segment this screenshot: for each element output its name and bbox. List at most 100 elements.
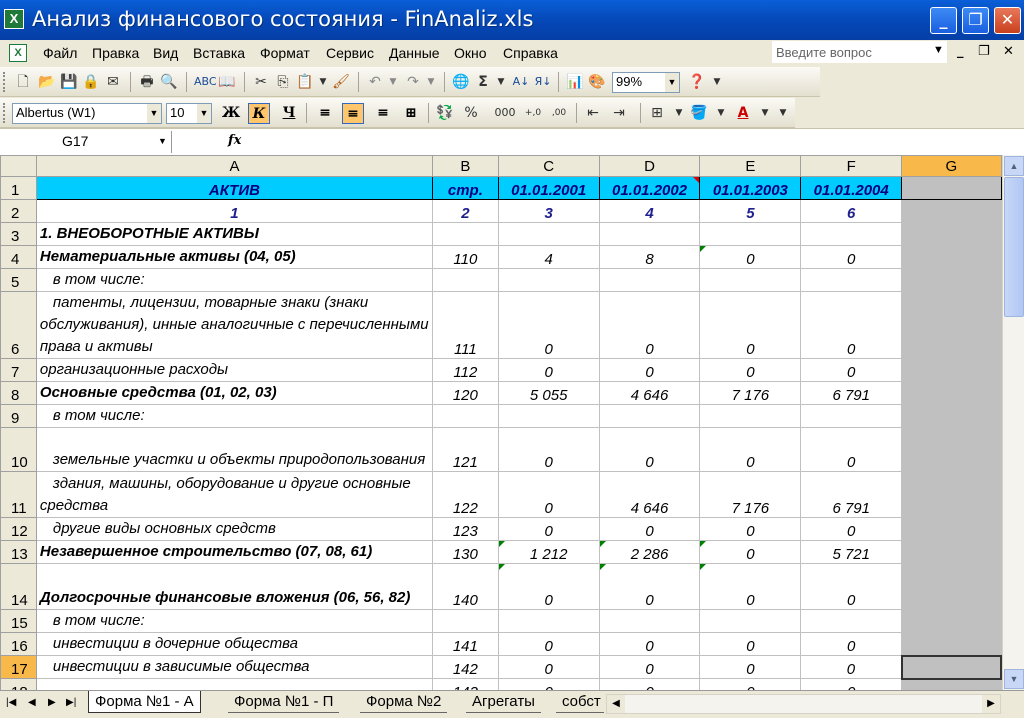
cell-g[interactable] xyxy=(901,291,1002,359)
font-name-dropdown-icon[interactable]: ▼ xyxy=(147,104,161,123)
help-dropdown-arrow[interactable]: ▼ xyxy=(933,44,944,56)
cell-value[interactable] xyxy=(497,222,600,246)
cell-value[interactable] xyxy=(800,404,903,428)
align-right-icon[interactable]: ≡ xyxy=(372,103,394,124)
research-icon[interactable]: 📖 xyxy=(218,73,236,91)
row-header[interactable]: 18 xyxy=(0,678,37,690)
active-cell-g17[interactable] xyxy=(900,654,1002,680)
zoom-combobox[interactable]: 99% ▼ xyxy=(612,72,680,93)
menu-help[interactable]: Справка xyxy=(503,45,558,61)
percent-button[interactable]: % xyxy=(462,104,480,122)
cell-g[interactable] xyxy=(901,563,1002,610)
cell-value[interactable]: 0 xyxy=(699,291,802,359)
redo-dropdown-icon[interactable]: ▼ xyxy=(422,73,440,91)
menu-insert[interactable]: Вставка xyxy=(193,45,245,61)
menu-view[interactable]: Вид xyxy=(153,45,178,61)
menu-window[interactable]: Окно xyxy=(454,45,487,61)
cell-g[interactable] xyxy=(901,199,1002,223)
hyperlink-icon[interactable]: 🌐 xyxy=(452,73,470,91)
row-header[interactable]: 9 xyxy=(0,404,37,428)
cell-g[interactable] xyxy=(901,176,1002,200)
cell-value[interactable] xyxy=(497,404,600,428)
print-preview-icon[interactable]: 🔍 xyxy=(160,73,178,91)
cell-value[interactable]: 0 xyxy=(800,291,903,359)
font-color-icon[interactable]: A xyxy=(734,104,752,122)
cell-label[interactable]: Долгосрочные финансовые вложения (06, 56… xyxy=(35,563,433,610)
cell-value[interactable] xyxy=(598,268,701,292)
name-box-dropdown-icon[interactable]: ▼ xyxy=(158,136,167,146)
column-number-cell[interactable]: 4 xyxy=(598,199,701,223)
cell-g[interactable] xyxy=(901,678,1002,690)
cell-value[interactable]: 0 xyxy=(800,245,903,269)
column-header-g[interactable]: G xyxy=(901,155,1002,177)
cell-value[interactable]: 0 xyxy=(598,655,701,679)
column-number-cell[interactable]: 5 xyxy=(699,199,802,223)
cell-value[interactable]: 0 xyxy=(800,678,903,690)
vertical-scrollbar[interactable]: ▲ ▼ xyxy=(1002,155,1024,690)
copy-icon[interactable]: ⎘ xyxy=(274,73,292,91)
cell-value[interactable] xyxy=(699,222,802,246)
sheet-tab-forma1-a[interactable]: Форма №1 - А xyxy=(88,691,201,713)
cell-value[interactable] xyxy=(800,222,903,246)
worksheet-grid[interactable]: A B C D E F G 1 АКТИВ стр. 01.01.2001 01… xyxy=(0,155,1002,690)
cell-g[interactable] xyxy=(901,404,1002,428)
horizontal-scrollbar[interactable]: ◀ ▶ xyxy=(606,694,1001,714)
cell-value[interactable]: 8 xyxy=(598,245,701,269)
cell-g[interactable] xyxy=(901,245,1002,269)
row-header[interactable]: 12 xyxy=(0,517,37,541)
merge-center-icon[interactable]: ⊞ xyxy=(400,103,422,124)
cell-label[interactable]: Нематериальные активы (04, 05) xyxy=(35,245,433,269)
cell-value[interactable]: 0 xyxy=(497,632,600,656)
name-box[interactable]: G17 xyxy=(2,131,172,153)
cell-label[interactable]: патенты, лицензии, товарные знаки (знаки… xyxy=(35,291,433,359)
cell-value[interactable]: 0 xyxy=(800,517,903,541)
borders-icon[interactable]: ⊞ xyxy=(648,104,666,122)
cell-value[interactable]: 0 xyxy=(699,517,802,541)
cell-line-code[interactable]: 140 xyxy=(431,563,499,610)
first-sheet-icon[interactable]: |◀ xyxy=(6,697,16,708)
row-header[interactable]: 13 xyxy=(0,540,37,564)
close-button[interactable]: ✕ xyxy=(994,7,1021,34)
workbook-icon[interactable]: X xyxy=(9,44,27,62)
cell-value[interactable]: 0 xyxy=(497,291,600,359)
column-number-cell[interactable]: 2 xyxy=(431,199,499,223)
cell-label[interactable]: Незавершенное строительство (07, 08, 61) xyxy=(35,540,433,564)
cell-g[interactable] xyxy=(901,268,1002,292)
undo-icon[interactable]: ↶ xyxy=(366,73,384,91)
last-sheet-icon[interactable]: ▶| xyxy=(66,697,76,708)
cell-value[interactable] xyxy=(598,609,701,633)
toolbar-options-icon[interactable]: ▼ xyxy=(778,104,788,122)
cell-value[interactable] xyxy=(800,268,903,292)
menu-format[interactable]: Формат xyxy=(260,45,310,61)
fill-color-icon[interactable]: 🪣 xyxy=(690,104,708,122)
cell-g[interactable] xyxy=(901,427,1002,472)
header-cell-date[interactable]: 01.01.2002 xyxy=(598,176,701,200)
increase-indent-icon[interactable]: ⇥ xyxy=(610,104,628,122)
row-header[interactable]: 7 xyxy=(0,358,37,382)
restore-button[interactable]: ❐ xyxy=(962,7,989,34)
open-icon[interactable]: 📂 xyxy=(38,73,56,91)
cell-value[interactable]: 0 xyxy=(497,471,600,518)
cell-value[interactable]: 0 xyxy=(497,427,600,472)
column-header-f[interactable]: F xyxy=(800,155,903,177)
sheet-tab-sobst[interactable]: собст xyxy=(556,691,604,713)
menu-tools[interactable]: Сервис xyxy=(326,45,374,61)
redo-icon[interactable]: ↷ xyxy=(404,73,422,91)
font-name-combobox[interactable]: Albertus (W1) ▼ xyxy=(12,103,162,124)
format-painter-icon[interactable]: 🖌 xyxy=(332,73,350,91)
cell-value[interactable]: 4 646 xyxy=(598,471,701,518)
cell-value[interactable]: 6 791 xyxy=(800,381,903,405)
cell-line-code[interactable]: 141 xyxy=(431,632,499,656)
sheet-tab-forma1-p[interactable]: Форма №1 - П xyxy=(228,691,340,713)
cell-g[interactable] xyxy=(901,222,1002,246)
underline-button[interactable]: Ч xyxy=(278,103,300,124)
row-header[interactable]: 10 xyxy=(0,427,37,472)
cell-value[interactable]: 0 xyxy=(800,563,903,610)
cell-g[interactable] xyxy=(901,358,1002,382)
column-header-a[interactable]: A xyxy=(35,155,433,177)
cell-value[interactable]: 0 xyxy=(699,563,802,610)
cell-value[interactable]: 0 xyxy=(699,427,802,472)
font-color-dropdown-icon[interactable]: ▼ xyxy=(756,104,774,122)
excel-app-icon[interactable]: X xyxy=(4,9,24,29)
header-cell-date[interactable]: 01.01.2003 xyxy=(699,176,802,200)
